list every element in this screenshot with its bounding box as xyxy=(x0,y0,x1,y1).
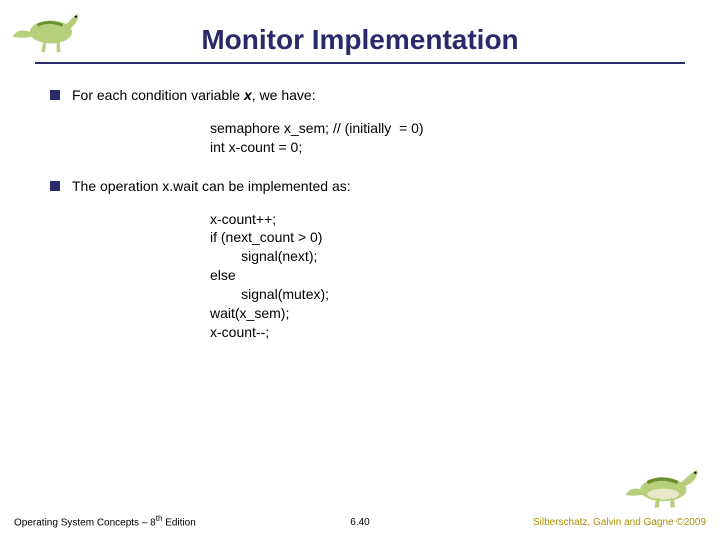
code-block: semaphore x_sem; // (initially = 0) int … xyxy=(210,119,670,157)
bullet-item: The operation x.wait can be implemented … xyxy=(50,177,670,196)
bullet-text-post: , we have: xyxy=(252,87,316,103)
bullet-square-icon xyxy=(50,181,60,191)
bullet-text-post: can be implemented as: xyxy=(198,178,351,194)
slide-body: For each condition variable x, we have: … xyxy=(50,86,670,362)
bullet-text-pre: The operation xyxy=(72,178,162,194)
slide-title: Monitor Implementation xyxy=(0,24,720,56)
bullet-item: For each condition variable x, we have: xyxy=(50,86,670,105)
code-block: x-count++; if (next_count > 0) signal(ne… xyxy=(210,210,670,342)
bullet-text-code: x.wait xyxy=(162,178,198,194)
dinosaur-large-icon xyxy=(626,464,706,510)
bullet-text: For each condition variable x, we have: xyxy=(72,86,670,105)
bullet-square-icon xyxy=(50,90,60,100)
bullet-text: The operation x.wait can be implemented … xyxy=(72,177,670,196)
bullet-text-pre: For each condition variable xyxy=(72,87,244,103)
footer-copyright: Silberschatz, Galvin and Gagne ©2009 xyxy=(533,517,706,528)
bullet-text-var: x xyxy=(244,87,252,103)
title-underline xyxy=(35,62,685,64)
slide: Monitor Implementation For each conditio… xyxy=(0,0,720,540)
